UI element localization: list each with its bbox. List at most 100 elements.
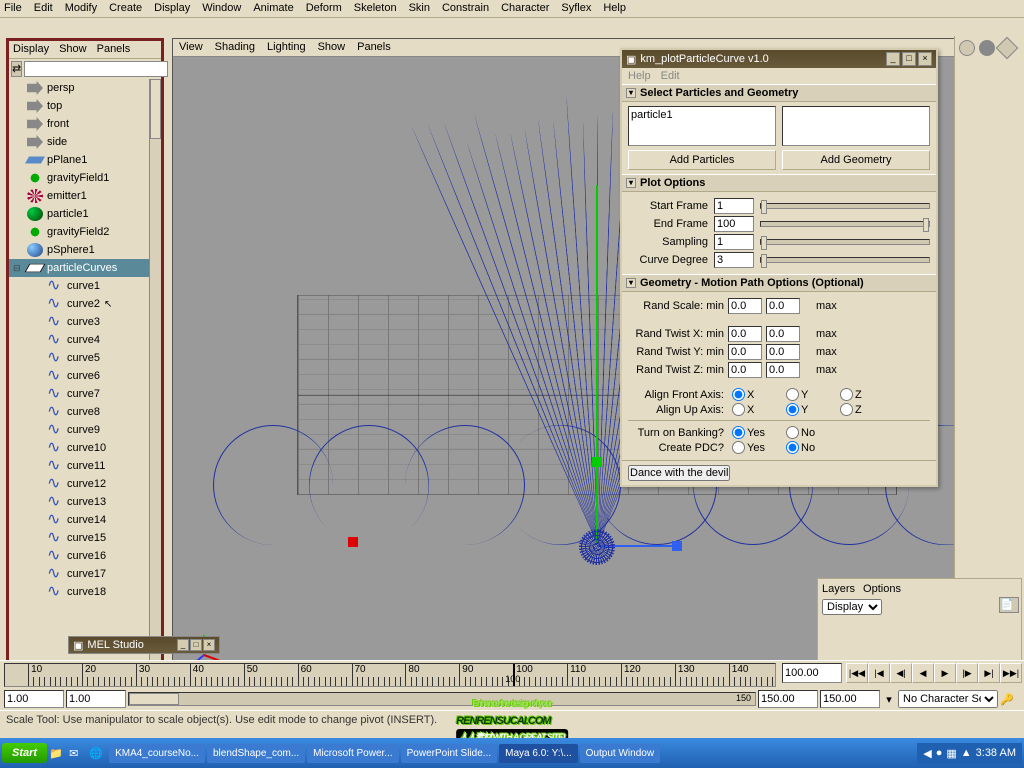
tool-icon[interactable] xyxy=(959,40,975,56)
menu-syflex[interactable]: Syflex xyxy=(561,2,591,15)
outliner-item[interactable]: gravityField1 xyxy=(9,169,161,187)
start-frame-input[interactable] xyxy=(714,198,754,214)
viewport-menu-show[interactable]: Show xyxy=(318,41,346,54)
outliner-item[interactable]: curve4 xyxy=(9,331,161,349)
manipulator-y-handle[interactable] xyxy=(592,457,602,467)
maximize-icon[interactable]: □ xyxy=(902,52,916,66)
goto-end-button[interactable]: ▶▶| xyxy=(1000,663,1022,683)
time-ruler[interactable]: 102030405060708090100110120130140100 xyxy=(4,663,776,687)
menu-modify[interactable]: Modify xyxy=(65,2,97,15)
sampling-input[interactable] xyxy=(714,234,754,250)
layer-add-icon[interactable]: 📄 xyxy=(999,597,1019,613)
outliner-item[interactable]: curve17 xyxy=(9,565,161,583)
front-z-radio[interactable]: Z xyxy=(840,388,886,401)
outliner-item[interactable]: curve6 xyxy=(9,367,161,385)
outliner-item[interactable]: curve3 xyxy=(9,313,161,331)
minimize-icon[interactable]: _ xyxy=(177,639,189,651)
outliner-item[interactable]: side xyxy=(9,133,161,151)
viewport-menu-view[interactable]: View xyxy=(179,41,203,54)
outliner-item[interactable]: top xyxy=(9,97,161,115)
outliner-search-input[interactable] xyxy=(24,61,168,77)
tray-icon[interactable]: ▲ xyxy=(961,747,972,759)
taskbar-item[interactable]: PowerPoint Slide... xyxy=(401,744,498,763)
taskbar-item[interactable]: KMA4_courseNo... xyxy=(109,744,205,763)
rand-twist-y-max-input[interactable] xyxy=(766,344,800,360)
front-y-radio[interactable]: Y xyxy=(786,388,832,401)
outliner-list[interactable]: persptopfrontsidepPlane1gravityField1emi… xyxy=(9,79,161,669)
outliner-item[interactable]: persp xyxy=(9,79,161,97)
outliner-item[interactable]: curve8 xyxy=(9,403,161,421)
tray-icon[interactable]: ● xyxy=(936,747,943,759)
anim-end-input[interactable] xyxy=(820,690,880,708)
outliner-menu-display[interactable]: Display xyxy=(13,43,49,56)
character-set-select[interactable]: No Character Set xyxy=(898,690,998,708)
banking-no-radio[interactable]: No xyxy=(786,426,832,439)
play-forward-button[interactable]: ▶ xyxy=(934,663,956,683)
front-x-radio[interactable]: X xyxy=(732,388,778,401)
taskbar-item[interactable]: Maya 6.0: Y:\... xyxy=(499,744,578,763)
filter-icon[interactable]: ⇄ xyxy=(11,61,22,77)
rand-twist-z-min-input[interactable] xyxy=(728,362,762,378)
section-plot-header[interactable]: ▾ Plot Options xyxy=(622,174,936,192)
outliner-item[interactable]: curve1 xyxy=(9,277,161,295)
outliner-item[interactable]: pSphere1 xyxy=(9,241,161,259)
step-back-key-button[interactable]: |◀ xyxy=(868,663,890,683)
outliner-item[interactable]: curve18 xyxy=(9,583,161,601)
outliner-item[interactable]: curve14 xyxy=(9,511,161,529)
outliner-item[interactable]: curve2↖ xyxy=(9,295,161,313)
menu-constrain[interactable]: Constrain xyxy=(442,2,489,15)
menu-help[interactable]: Help xyxy=(603,2,626,15)
layer-options-menu[interactable]: Options xyxy=(863,583,901,595)
up-y-radio[interactable]: Y xyxy=(786,403,832,416)
dialog-help-menu[interactable]: Help xyxy=(628,70,651,82)
viewport-menu-lighting[interactable]: Lighting xyxy=(267,41,306,54)
menu-create[interactable]: Create xyxy=(109,2,142,15)
execute-button[interactable]: Dance with the devil xyxy=(628,465,730,481)
dialog-edit-menu[interactable]: Edit xyxy=(661,70,680,82)
rand-twist-y-min-input[interactable] xyxy=(728,344,762,360)
menu-skin[interactable]: Skin xyxy=(409,2,430,15)
outliner-item[interactable]: particle1 xyxy=(9,205,161,223)
outliner-item[interactable]: emitter1 xyxy=(9,187,161,205)
anim-start-input[interactable] xyxy=(4,690,64,708)
current-frame-input[interactable] xyxy=(782,663,842,683)
up-x-radio[interactable]: X xyxy=(732,403,778,416)
sampling-slider[interactable] xyxy=(760,239,930,245)
play-start-input[interactable] xyxy=(66,690,126,708)
menu-edit[interactable]: Edit xyxy=(34,2,53,15)
collapse-icon[interactable]: ▾ xyxy=(626,88,636,98)
goto-start-button[interactable]: |◀◀ xyxy=(846,663,868,683)
start-button[interactable]: Start xyxy=(2,743,47,763)
tray-icon[interactable]: ◀ xyxy=(923,747,931,760)
sphere-object[interactable] xyxy=(579,529,615,565)
geometry-listbox[interactable] xyxy=(782,106,930,146)
menu-display[interactable]: Display xyxy=(154,2,190,15)
manipulator-y-axis[interactable] xyxy=(596,185,598,545)
curve-degree-slider[interactable] xyxy=(760,257,930,263)
outliner-item[interactable]: curve7 xyxy=(9,385,161,403)
play-back-button[interactable]: ◀ xyxy=(912,663,934,683)
mel-studio-window[interactable]: ▣ MEL Studio _ □ × xyxy=(68,636,220,654)
banking-yes-radio[interactable]: Yes xyxy=(732,426,778,439)
particles-listbox[interactable]: particle1 xyxy=(628,106,776,146)
tray-icon[interactable]: ▦ xyxy=(946,747,956,760)
add-particles-button[interactable]: Add Particles xyxy=(628,150,776,170)
section-geometry-header[interactable]: ▾ Geometry - Motion Path Options (Option… xyxy=(622,274,936,292)
close-icon[interactable]: × xyxy=(203,639,215,651)
curve-degree-input[interactable] xyxy=(714,252,754,268)
quicklaunch-icon[interactable]: 📁 xyxy=(49,747,67,760)
tool-icon[interactable] xyxy=(996,37,1019,60)
quicklaunch-icon[interactable]: ✉ xyxy=(69,747,87,760)
outliner-item[interactable]: ⊟particleCurves xyxy=(9,259,161,277)
rand-twist-z-max-input[interactable] xyxy=(766,362,800,378)
outliner-item[interactable]: curve12 xyxy=(9,475,161,493)
dialog-titlebar[interactable]: ▣ km_plotParticleCurve v1.0 _ □ × xyxy=(622,50,936,68)
rand-scale-max-input[interactable] xyxy=(766,298,800,314)
outliner-item[interactable]: curve9 xyxy=(9,421,161,439)
viewport-menu-shading[interactable]: Shading xyxy=(215,41,255,54)
rand-twist-x-max-input[interactable] xyxy=(766,326,800,342)
outliner-scrollbar[interactable] xyxy=(149,79,161,669)
outliner-item[interactable]: curve13 xyxy=(9,493,161,511)
outliner-item[interactable]: curve10 xyxy=(9,439,161,457)
tool-icon[interactable] xyxy=(979,40,995,56)
